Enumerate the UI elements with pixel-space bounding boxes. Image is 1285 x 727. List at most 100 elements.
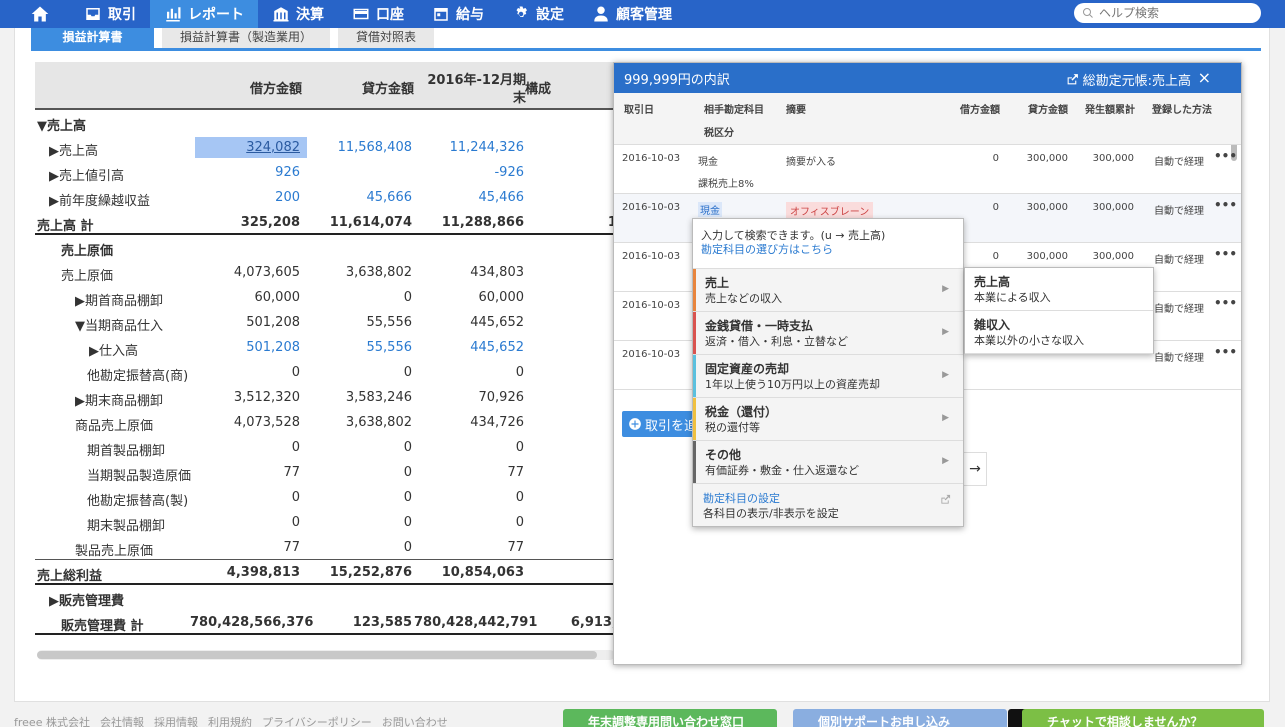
support-signup-button[interactable]: 個別サポートお申し込み <box>793 709 1007 727</box>
category-item[interactable]: 税金（還付） 税の還付等 ▶ <box>693 398 963 441</box>
subcategory-menu: 売上高 本業による収入 雑収入 本業以外の小さな収入 <box>964 267 1154 354</box>
row-date: 2016-10-03 <box>622 202 681 213</box>
row-label: 販売管理費 計 <box>61 619 144 634</box>
more-icon[interactable]: ••• <box>1214 198 1237 212</box>
row-label[interactable]: ▶仕入高 <box>89 340 138 359</box>
more-icon[interactable]: ••• <box>1214 296 1237 310</box>
row-value: 434,726 <box>470 415 524 430</box>
footer-link[interactable]: 採用情報 <box>154 716 198 727</box>
row-value[interactable]: 501,208 <box>190 340 300 355</box>
tab-balance-sheet[interactable]: 貸借対照表 <box>338 28 435 48</box>
table-row: ▶仕入高 501,20855,556445,6523 <box>35 335 615 360</box>
nav-item-closing[interactable]: 決算 <box>258 0 338 28</box>
footer-link[interactable]: freee 株式会社 <box>14 716 90 727</box>
row-label[interactable]: ▶売上高 <box>49 140 98 159</box>
category-item[interactable]: その他 有価証券・敷金・仕入返還など ▶ <box>693 441 963 484</box>
row-value: 445,652 <box>470 315 524 330</box>
row-value[interactable]: 200 <box>190 190 300 205</box>
subcategory-item[interactable]: 売上高 本業による収入 <box>965 268 1153 311</box>
row-value: 55,556 <box>366 315 413 330</box>
category-sub: 1年以上使う10万円以上の資産売却 <box>705 378 880 391</box>
row-value[interactable]: 55,556 <box>302 340 413 355</box>
row-value[interactable]: -926 <box>414 165 524 180</box>
account-dropdown: 入力して検索できます。(u → 売上高) 勘定科目の選び方はこちら 売上 売上など… <box>692 218 964 527</box>
row-account[interactable]: 現金 <box>698 153 718 168</box>
row-date: 2016-10-03 <box>622 300 681 311</box>
table-row: ▶期首商品棚卸60,000060,0000 <box>35 285 615 310</box>
external-link-icon <box>940 494 951 509</box>
add-transaction-button[interactable]: 取引を追 <box>622 411 702 437</box>
row-value[interactable]: 324,082 <box>190 140 300 155</box>
category-item[interactable]: 売上 売上などの収入 ▶ <box>693 269 963 312</box>
more-icon[interactable]: ••• <box>1214 149 1237 163</box>
row-value: 100 <box>607 215 615 230</box>
account-settings-link[interactable]: 勘定科目の設定 <box>703 491 963 506</box>
category-item[interactable]: 固定資産の売却 1年以上使う10万円以上の資産売却 ▶ <box>693 355 963 398</box>
row-value: 0 <box>525 190 615 205</box>
row-value: 434,803 <box>470 265 524 280</box>
ledger-link[interactable]: 総勘定元帳:売上高 <box>1066 70 1191 89</box>
row-account[interactable]: 現金 <box>698 202 722 217</box>
nav-item-transactions[interactable]: 取引 <box>70 0 150 28</box>
panel-row[interactable]: 2016-10-03 現金 摘要が入る 0 300,000 300,000 自動で経理 •••… <box>614 145 1241 194</box>
category-item[interactable]: 金銭貸借・一時支払 返済・借入・利息・立替など ▶ <box>693 312 963 355</box>
plus-circle-icon <box>629 418 641 430</box>
row-value: 0 <box>525 365 615 380</box>
row-label: ▶期首商品棚卸 <box>75 294 163 309</box>
subcategory-item[interactable]: 雑収入 本業以外の小さな収入 <box>965 311 1153 354</box>
help-search[interactable] <box>1074 3 1261 23</box>
nav-label: 取引 <box>108 7 136 23</box>
subcategory-sub: 本業以外の小さな収入 <box>974 334 1084 347</box>
row-value: 3 <box>525 265 615 280</box>
category-title: 売上 <box>705 276 730 290</box>
row-value: 3,512,320 <box>233 390 300 405</box>
row-label[interactable]: ▶売上値引高 <box>49 165 124 184</box>
row-value[interactable]: 11,568,408 <box>302 140 412 155</box>
chat-button[interactable]: チャットで相談しませんか？ <box>1022 709 1264 727</box>
row-value[interactable]: 45,666 <box>302 190 413 205</box>
scrollbar-thumb[interactable] <box>37 651 597 659</box>
row-value[interactable]: 11,244,326 <box>414 140 524 155</box>
hint-link[interactable]: 勘定科目の選び方はこちら <box>701 243 963 257</box>
nav-item-customers[interactable]: 顧客管理 <box>578 0 686 28</box>
arrow-right-icon[interactable]: → <box>963 452 987 486</box>
more-icon[interactable]: ••• <box>1214 345 1237 359</box>
nav-item-accounts[interactable]: 口座 <box>338 0 418 28</box>
row-label: ▼売上高 <box>37 119 86 134</box>
help-search-input[interactable] <box>1099 6 1249 20</box>
row-value: 325,208 <box>240 215 300 230</box>
table-row: 売上原価 4,073,605 3,638,802 434,8033 <box>35 260 615 285</box>
row-value: 0 <box>525 540 615 555</box>
nav-item-reports[interactable]: レポート <box>150 0 258 28</box>
tab-pl[interactable]: 損益計算書 <box>31 28 154 48</box>
category-list: 売上 売上などの収入 ▶ 金銭貸借・一時支払 返済・借入・利息・立替など ▶ 固定資産の売却… <box>693 269 963 484</box>
col-credit: 貸方金額 <box>361 82 414 97</box>
close-icon[interactable]: × <box>1198 68 1211 87</box>
row-value[interactable]: 45,466 <box>414 190 525 205</box>
footer-link[interactable]: お問い合わせ <box>382 716 448 727</box>
footer-link[interactable]: プライバシーポリシー <box>262 716 372 727</box>
nav-label: 顧客管理 <box>616 7 672 23</box>
table-row: ▶期末商品棚卸 3,512,320 3,583,246 70,9260 <box>35 385 615 410</box>
row-value[interactable]: 445,652 <box>414 340 524 355</box>
row-value[interactable]: 926 <box>190 165 300 180</box>
add-transaction-label: 取引を追 <box>645 418 698 434</box>
horizontal-scrollbar[interactable] <box>37 650 615 660</box>
category-color-bar <box>693 355 696 397</box>
year-end-inquiry-button[interactable]: 年末調整専用問い合わせ窓口 <box>563 709 777 727</box>
home-button[interactable] <box>0 0 70 28</box>
footer-link[interactable]: 利用規約 <box>208 716 252 727</box>
col-summary: 摘要 <box>786 105 806 116</box>
nav-item-settings[interactable]: 設定 <box>498 0 578 28</box>
tab-pl-manufacturing[interactable]: 損益計算書（製造業用） <box>162 28 331 48</box>
row-value: 0 <box>525 390 615 405</box>
row-value: 0 <box>403 515 412 530</box>
account-settings-item[interactable]: 勘定科目の設定 各科目の表示/非表示を設定 <box>693 484 963 526</box>
nav-item-payroll[interactable]: 給与 <box>418 0 498 28</box>
footer-link[interactable]: 会社情報 <box>100 716 144 727</box>
row-label[interactable]: ▶前年度繰越収益 <box>49 190 150 209</box>
row-value: 99 <box>525 140 615 155</box>
more-icon[interactable]: ••• <box>1214 247 1237 261</box>
row-value: 77 <box>283 465 300 480</box>
chevron-right-icon: ▶ <box>942 370 949 380</box>
